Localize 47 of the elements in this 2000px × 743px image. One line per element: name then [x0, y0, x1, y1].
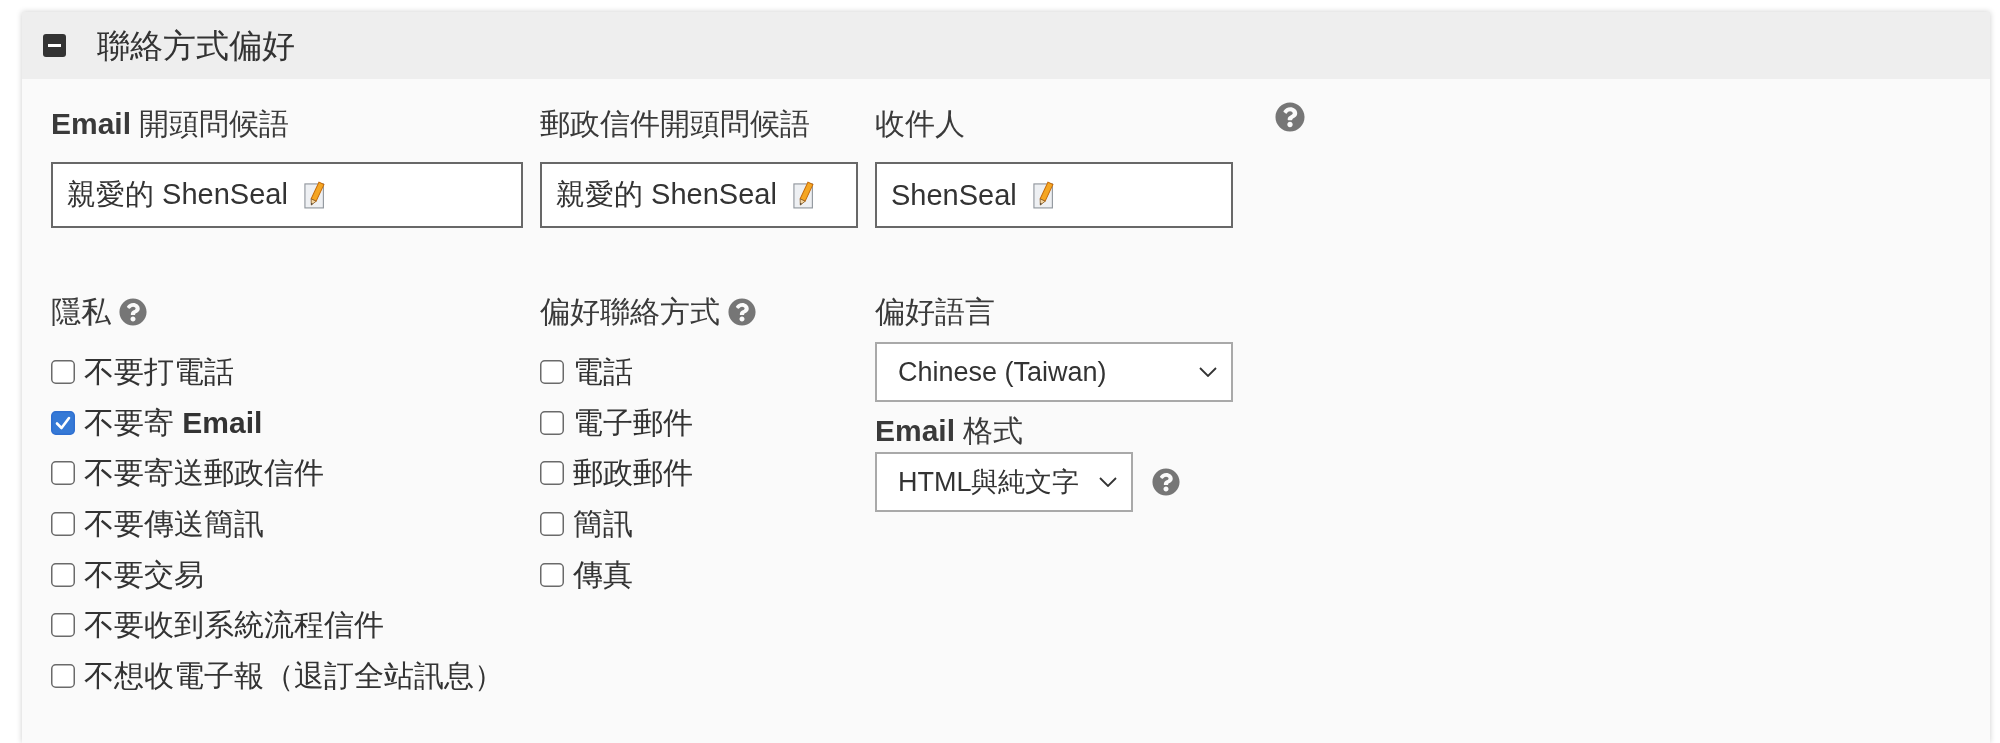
- minus-square-icon[interactable]: [43, 34, 66, 57]
- group-label: 偏好聯絡方式: [540, 294, 720, 330]
- checkbox[interactable]: [51, 410, 75, 435]
- checkbox-label: 簡訊: [573, 506, 633, 543]
- chevron-down-icon: [1099, 477, 1117, 487]
- checkbox-label: 電話: [573, 354, 633, 391]
- checkbox[interactable]: [51, 613, 75, 638]
- group-label: 隱私: [51, 294, 111, 330]
- field-label: 郵政信件開頭問候語: [540, 108, 810, 140]
- dropdown-select[interactable]: HTML與純文字: [875, 452, 1133, 512]
- checkbox[interactable]: [51, 512, 75, 537]
- help-icon[interactable]: [1152, 468, 1180, 496]
- help-icon[interactable]: [1275, 102, 1305, 132]
- checkbox-label: 傳真: [573, 556, 633, 593]
- checkbox[interactable]: [51, 461, 75, 486]
- checkbox-label: 電子郵件: [573, 404, 693, 441]
- field-label: 偏好語言: [875, 294, 995, 330]
- checkbox-label: 郵政郵件: [573, 455, 693, 492]
- chevron-down-icon: [1199, 367, 1217, 377]
- checkbox[interactable]: [540, 410, 564, 435]
- help-icon[interactable]: [728, 298, 756, 326]
- checkbox[interactable]: [51, 562, 75, 587]
- field-label: Email 格式: [875, 413, 1024, 449]
- pencil-icon[interactable]: [1032, 181, 1057, 209]
- checkbox-label: 不要收到系統流程信件: [84, 607, 384, 644]
- text-input[interactable]: 親愛的 ShenSeal: [51, 162, 523, 228]
- checkbox-label: 不要打電話: [84, 354, 234, 391]
- checkbox-label: 不要寄 Email: [84, 404, 263, 441]
- pencil-icon[interactable]: [792, 181, 817, 209]
- panel-title: 聯絡方式偏好: [97, 25, 295, 66]
- checkbox-label: 不要傳送簡訊: [84, 506, 264, 543]
- field-label: Email 開頭問候語: [51, 108, 290, 140]
- checkbox-label: 不想收電子報（退訂全站訊息）: [84, 657, 504, 694]
- pencil-icon[interactable]: [303, 181, 328, 209]
- text-input[interactable]: ShenSeal: [875, 162, 1233, 228]
- field-label: 收件人: [875, 108, 965, 140]
- checkbox-label: 不要交易: [84, 556, 204, 593]
- checkbox-label: 不要寄送郵政信件: [84, 455, 324, 492]
- checkbox[interactable]: [51, 360, 75, 385]
- checkbox[interactable]: [540, 512, 564, 537]
- checkbox[interactable]: [51, 663, 75, 688]
- dropdown-select[interactable]: Chinese (Taiwan): [875, 342, 1233, 402]
- text-input[interactable]: 親愛的 ShenSeal: [540, 162, 858, 228]
- help-icon[interactable]: [119, 298, 147, 326]
- checkbox[interactable]: [540, 360, 564, 385]
- checkbox[interactable]: [540, 461, 564, 486]
- checkbox[interactable]: [540, 562, 564, 587]
